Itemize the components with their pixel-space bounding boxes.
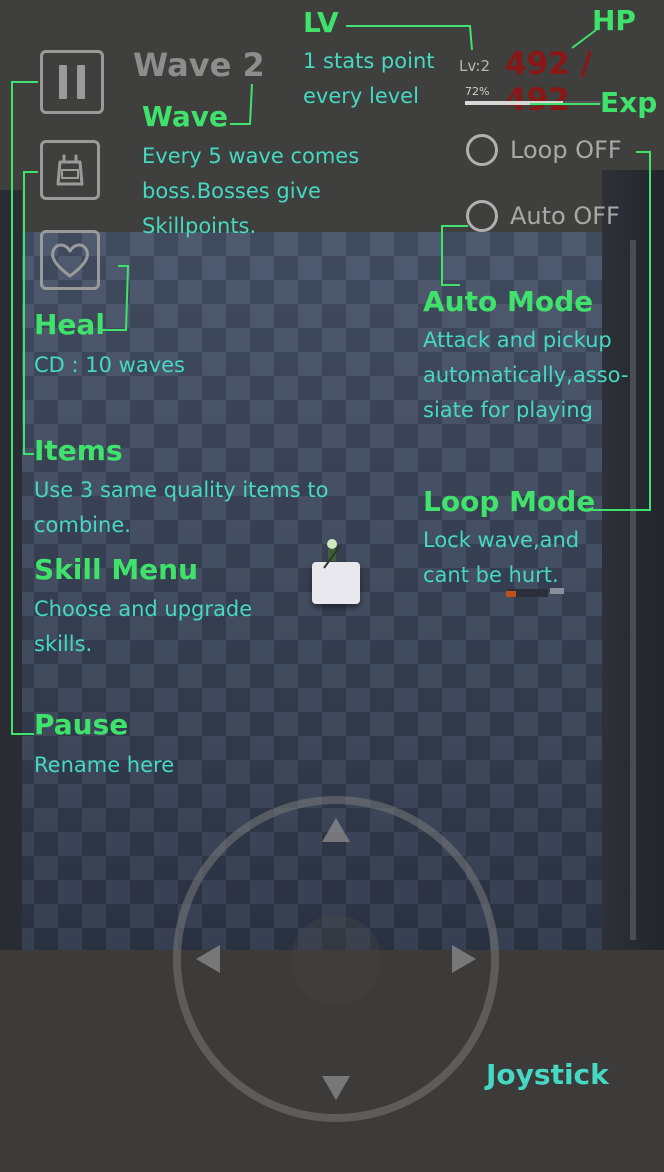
skill-menu-annotation-title: Skill Menu bbox=[34, 553, 199, 586]
heal-annotation-title: Heal bbox=[34, 308, 105, 341]
pause-annotation-title: Pause bbox=[34, 708, 129, 741]
wave-annotation-desc: Every 5 wave comes boss.Bosses give Skil… bbox=[142, 144, 360, 238]
items-annotation-desc: Use 3 same quality items to combine. bbox=[34, 478, 329, 537]
wave-annotation-title: Wave bbox=[142, 100, 229, 133]
hp-annotation-title: HP bbox=[592, 4, 636, 37]
lv-annotation-desc: 1 stats point every level bbox=[303, 49, 435, 108]
joystick-annotation-title: Joystick bbox=[486, 1058, 609, 1091]
heal-annotation-desc: CD : 10 waves bbox=[34, 353, 185, 377]
skill-menu-annotation-desc: Choose and upgrade skills. bbox=[34, 597, 253, 656]
pause-annotation-desc: Rename here bbox=[34, 753, 175, 777]
exp-annotation-title: Exp bbox=[600, 86, 658, 119]
loop-mode-annotation-title: Loop Mode bbox=[423, 485, 596, 518]
lv-annotation-title: LV bbox=[303, 6, 339, 39]
auto-mode-annotation-title: Auto Mode bbox=[423, 285, 594, 318]
auto-mode-annotation-desc: Attack and pickup automatically,asso-sia… bbox=[423, 328, 629, 422]
loop-mode-annotation-desc: Lock wave,and cant be hurt. bbox=[423, 528, 580, 587]
items-annotation-title: Items bbox=[34, 434, 123, 467]
